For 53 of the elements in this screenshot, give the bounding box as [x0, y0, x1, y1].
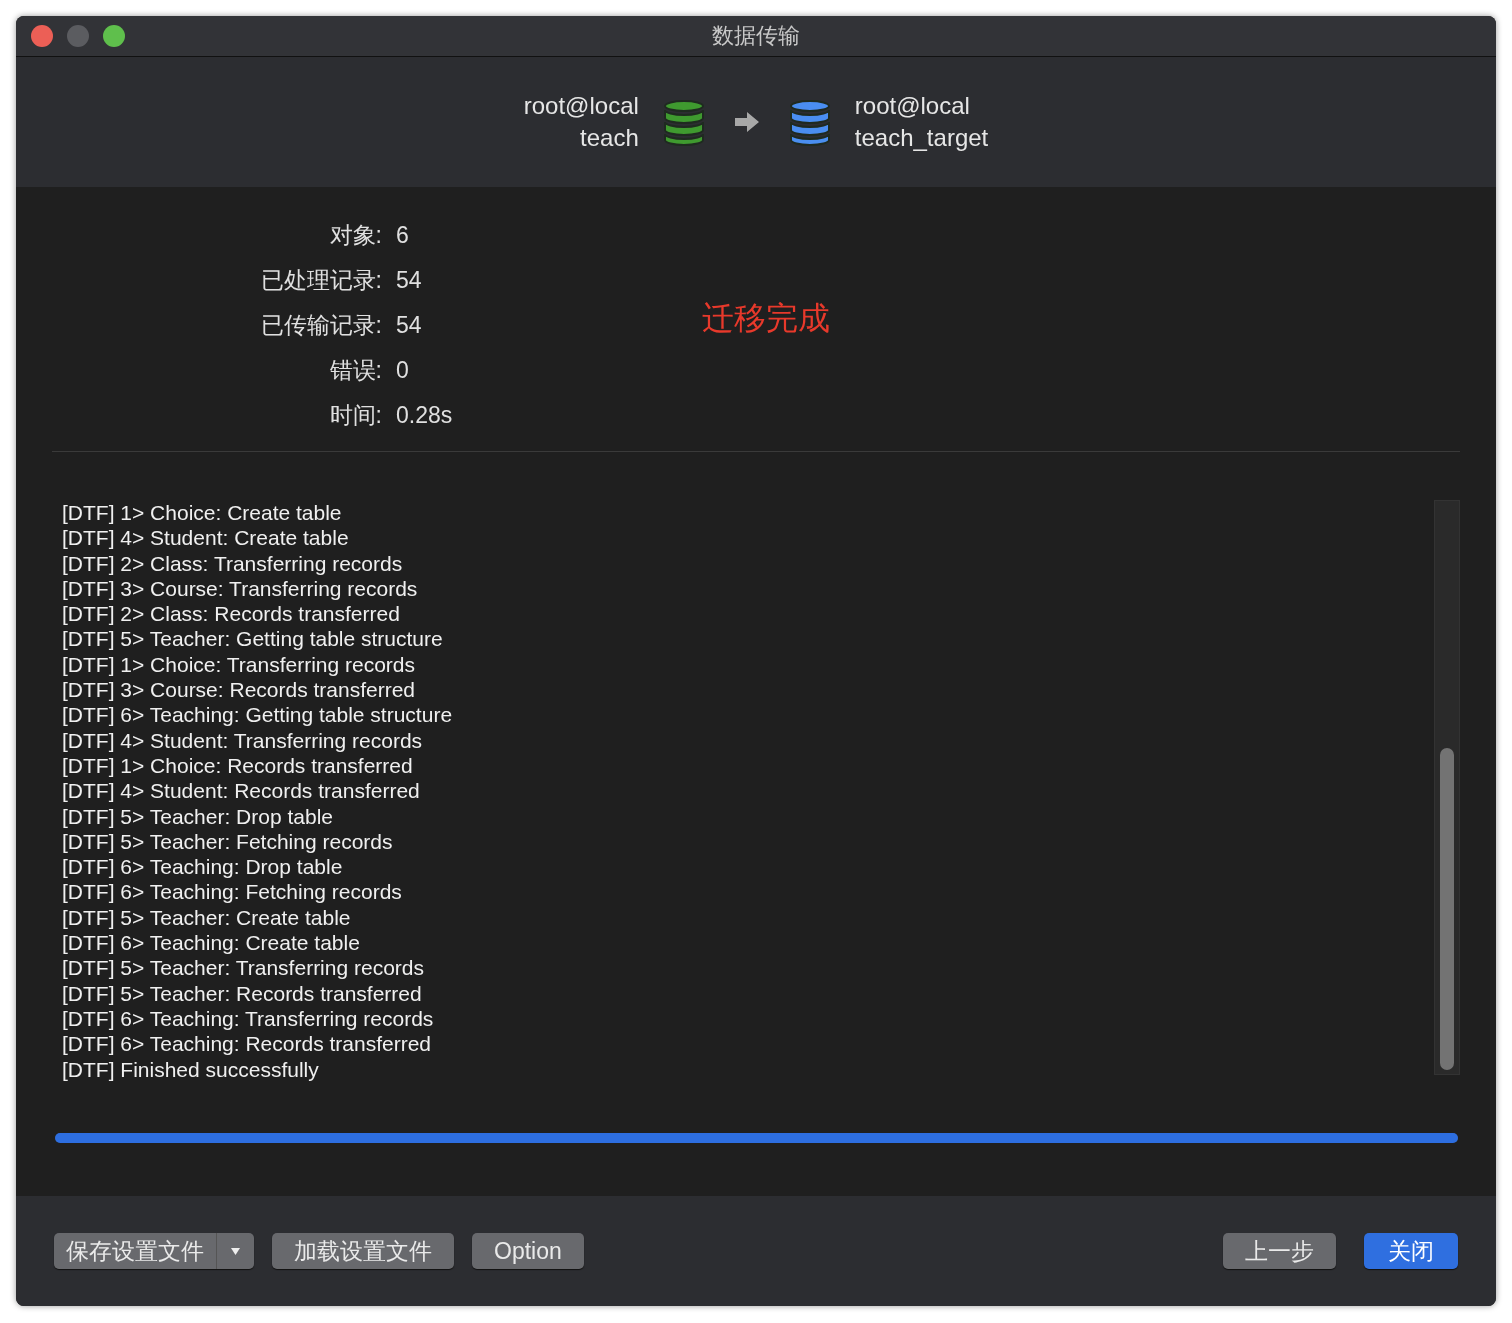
footer-button[interactable]: 加载设置文件	[272, 1233, 454, 1269]
log-line: [DTF] 2> Class: Records transferred	[62, 601, 401, 627]
caret-icon	[231, 1247, 240, 1255]
log-line: [DTF] 5> Teacher: Create table	[62, 904, 352, 931]
stat-value: 0	[396, 356, 410, 385]
log-line: [DTF] 6> Teaching: Fetching records	[62, 879, 403, 905]
stat-label: 对象:	[328, 221, 382, 250]
log-line: [DTF] 5> Teacher: Fetching records	[62, 828, 394, 855]
scroll-thumb[interactable]	[1440, 748, 1454, 1070]
save-settings-button[interactable]: 保存设置文件	[54, 1233, 216, 1269]
stat-label: 已传输记录:	[259, 311, 382, 340]
log-line: [DTF] 1> Choice: Create table	[62, 500, 343, 526]
log-line: [DTF] 4> Student: Records transferred	[62, 778, 421, 804]
log-line: [DTF] 5> Teacher: Records transferred	[62, 980, 423, 1006]
target-database: teach_target	[854, 123, 989, 153]
log-line: [DTF] 5> Teacher: Drop table	[62, 803, 334, 829]
log-line: [DTF] 4> Student: Transferring records	[62, 727, 424, 753]
scrollbar[interactable]	[1434, 500, 1460, 1075]
log-line: [DTF] 3> Course: Transferring records	[62, 575, 419, 602]
window-title: 数据传输	[712, 22, 800, 50]
log-line: [DTF] 6> Teaching: Records transferred	[62, 1031, 433, 1057]
arrow-icon	[734, 112, 759, 132]
stat-value: 54	[396, 311, 423, 340]
zoom-window-icon[interactable]	[103, 25, 125, 47]
stat-label: 时间:	[328, 401, 382, 430]
dropdown-button[interactable]	[216, 1233, 254, 1269]
log-line: [DTF] 6> Teaching: Drop table	[62, 854, 344, 880]
source-server: root@local	[523, 91, 639, 121]
stat-label: 错误:	[328, 356, 382, 385]
footer-button[interactable]: 上一步	[1223, 1233, 1336, 1269]
log-line: [DTF] 2> Class: Transferring records	[62, 550, 404, 576]
close-window-icon[interactable]	[31, 25, 53, 47]
close-button[interactable]: 关闭	[1364, 1233, 1458, 1269]
log-line: [DTF] 4> Student: Create table	[62, 525, 350, 551]
log-line: [DTF] 5> Teacher: Transferring records	[62, 955, 425, 981]
log-line: [DTF] 5> Teacher: Getting table structure	[62, 626, 444, 652]
source-database: teach	[580, 123, 639, 153]
log-line: [DTF] Finished successfully	[62, 1056, 320, 1082]
target-server: root@local	[854, 91, 971, 121]
database-icon	[788, 98, 831, 146]
log-line: [DTF] 3> Course: Records transferred	[62, 677, 417, 703]
log-line: [DTF] 6> Teaching: Create table	[62, 930, 361, 956]
status-message: 迁移完成	[702, 299, 830, 338]
stat-value: 54	[396, 266, 423, 295]
stat-value: 0.28s	[396, 401, 454, 430]
log-line: [DTF] 6> Teaching: Transferring records	[62, 1005, 435, 1032]
stat-label: 已处理记录:	[259, 266, 382, 295]
stat-value: 6	[396, 221, 410, 250]
log-line: [DTF] 1> Choice: Records transferred	[62, 752, 414, 779]
database-icon	[662, 98, 705, 146]
log-line: [DTF] 1> Choice: Transferring records	[62, 651, 417, 678]
log-line: [DTF] 6> Teaching: Getting table structure	[62, 702, 453, 728]
footer-button[interactable]: Option	[472, 1233, 584, 1269]
